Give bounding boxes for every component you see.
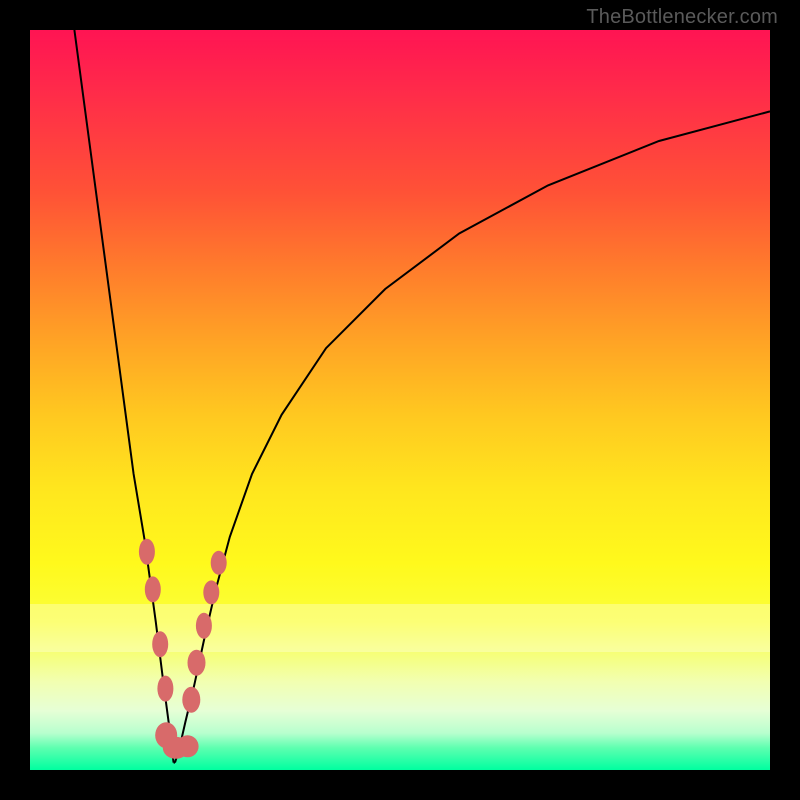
marker-10 — [203, 580, 219, 604]
marker-9 — [196, 613, 212, 639]
marker-group — [139, 539, 227, 759]
chart-frame: TheBottlenecker.com — [0, 0, 800, 800]
marker-2 — [152, 631, 168, 657]
chart-svg — [30, 30, 770, 770]
curve-group — [74, 30, 770, 763]
marker-7 — [182, 687, 200, 713]
marker-8 — [188, 650, 206, 676]
marker-1 — [145, 576, 161, 602]
marker-6 — [177, 735, 199, 757]
attribution-text: TheBottlenecker.com — [586, 6, 778, 29]
marker-11 — [211, 551, 227, 575]
marker-3 — [157, 676, 173, 702]
curve-right-branch — [175, 111, 770, 762]
marker-0 — [139, 539, 155, 565]
